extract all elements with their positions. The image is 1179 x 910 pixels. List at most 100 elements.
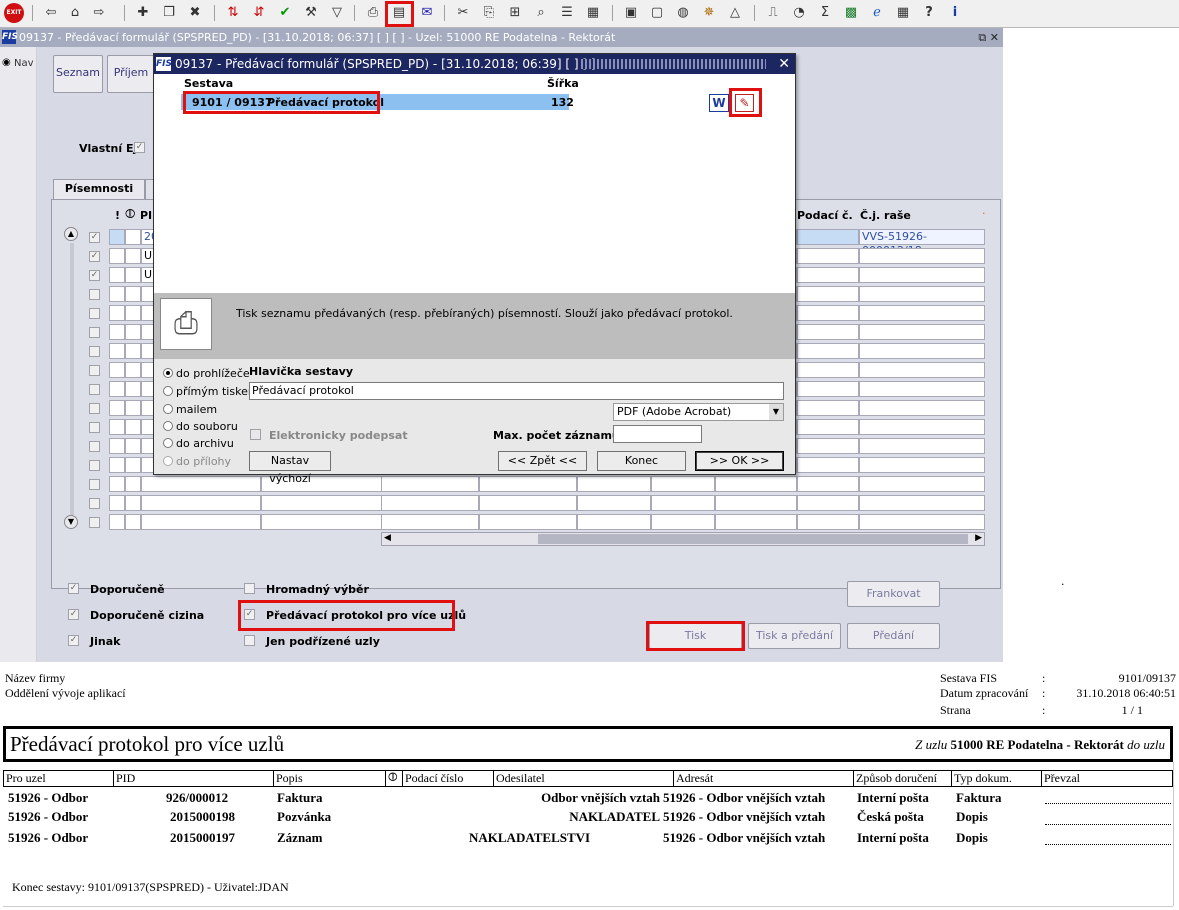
max-input[interactable] — [613, 425, 702, 443]
table-cell[interactable] — [109, 286, 125, 302]
zpet-button[interactable]: << Zpět << — [498, 451, 587, 471]
new-record-icon[interactable]: ✚ — [134, 4, 152, 22]
globe-icon[interactable]: ◍ — [674, 4, 692, 22]
cut-icon[interactable]: ✂ — [454, 4, 472, 22]
table-cell[interactable] — [797, 381, 859, 397]
table-cell[interactable] — [125, 229, 141, 245]
horizontal-scrollbar[interactable]: ◀ ▶ — [381, 532, 985, 546]
table-cell[interactable] — [797, 457, 859, 473]
row-select-checkbox[interactable] — [89, 365, 100, 376]
mail-icon[interactable]: ✉ — [418, 4, 436, 22]
jinak-checkbox[interactable]: ✓ — [68, 635, 79, 646]
table-cell[interactable] — [797, 514, 859, 530]
table-cell[interactable] — [109, 362, 125, 378]
grid-icon[interactable]: ▦ — [584, 4, 602, 22]
row-select-checkbox[interactable] — [89, 517, 100, 528]
table-cell[interactable] — [479, 514, 577, 530]
save-icon[interactable]: ▢ — [648, 4, 666, 22]
table-cell[interactable] — [109, 343, 125, 359]
table-cell[interactable] — [125, 514, 141, 530]
radio-priloha[interactable] — [163, 456, 173, 466]
table-cell[interactable] — [109, 324, 125, 340]
table-cell[interactable] — [715, 476, 797, 492]
tisk-a-predani-button[interactable]: Tisk a předání — [748, 623, 841, 649]
table-cell[interactable] — [859, 343, 985, 359]
scroll-up-button[interactable]: ▲ — [64, 227, 78, 241]
tab-seznam[interactable]: Seznam — [53, 55, 103, 93]
table-cell[interactable] — [577, 495, 651, 511]
table-cell[interactable] — [125, 305, 141, 321]
wrench-icon[interactable]: ⚒ — [302, 4, 320, 22]
doporucene-checkbox[interactable]: ✓ — [68, 583, 79, 594]
table-cell[interactable] — [797, 248, 859, 264]
row-select-checkbox[interactable]: ✓ — [89, 270, 100, 281]
table-cell[interactable] — [859, 362, 985, 378]
table-cell[interactable] — [797, 438, 859, 454]
row-select-checkbox[interactable] — [89, 441, 100, 452]
table-cell[interactable] — [109, 400, 125, 416]
table-cell[interactable] — [859, 476, 985, 492]
row-select-checkbox[interactable] — [89, 308, 100, 319]
row-select-checkbox[interactable] — [89, 498, 100, 509]
info-icon[interactable]: i — [946, 4, 964, 22]
table-cell[interactable] — [859, 457, 985, 473]
table-cell[interactable] — [109, 229, 125, 245]
delete-record-icon[interactable]: ✖ — [186, 4, 204, 22]
scroll-right-icon[interactable]: ▶ — [975, 533, 982, 543]
printer-icon[interactable]: ⎙ — [364, 4, 382, 22]
table-cell[interactable] — [109, 495, 125, 511]
grid-alt-icon[interactable]: ▦ — [894, 4, 912, 22]
ok-button[interactable]: >> OK >> — [695, 451, 784, 471]
row-select-checkbox[interactable]: ✓ — [89, 251, 100, 262]
paste-icon[interactable]: ⎘ — [480, 4, 498, 22]
table-cell[interactable] — [859, 305, 985, 321]
table-cell[interactable] — [797, 286, 859, 302]
table-cell[interactable] — [141, 495, 261, 511]
table-cell[interactable] — [797, 324, 859, 340]
table-cell[interactable] — [125, 362, 141, 378]
table-cell[interactable] — [797, 476, 859, 492]
home-icon[interactable]: ⌂ — [66, 4, 84, 22]
copy-record-icon[interactable]: ❐ — [160, 4, 178, 22]
table-cell[interactable] — [125, 343, 141, 359]
row-select-checkbox[interactable] — [89, 384, 100, 395]
table-cell[interactable] — [109, 476, 125, 492]
row-select-checkbox[interactable] — [89, 403, 100, 414]
pdf-icon[interactable]: ✎ — [735, 94, 754, 112]
table-cell[interactable] — [797, 267, 859, 283]
table-cell[interactable] — [109, 419, 125, 435]
jen-podrizene-checkbox[interactable] — [244, 635, 255, 646]
table-cell[interactable] — [109, 267, 125, 283]
table-cell[interactable] — [381, 476, 479, 492]
table-cell[interactable] — [261, 495, 383, 511]
table-cell[interactable] — [859, 286, 985, 302]
table-cell[interactable] — [577, 476, 651, 492]
dialog-close-icon[interactable]: ✕ — [778, 54, 790, 74]
back-icon[interactable]: ⇦ — [42, 4, 60, 22]
sort-desc-icon[interactable]: ⇵ — [250, 4, 268, 22]
table-cell[interactable] — [125, 286, 141, 302]
table-cell[interactable] — [125, 495, 141, 511]
sum-icon[interactable]: Σ — [816, 4, 834, 22]
excel-icon[interactable]: ▩ — [842, 4, 860, 22]
table-cell[interactable] — [859, 324, 985, 340]
table-cell[interactable] — [797, 400, 859, 416]
table-cell[interactable] — [797, 343, 859, 359]
filter-icon[interactable]: ▽ — [328, 4, 346, 22]
table-cell[interactable] — [797, 419, 859, 435]
table-cell[interactable] — [109, 248, 125, 264]
nav-label[interactable]: Nav — [14, 58, 34, 69]
table-cell[interactable] — [109, 438, 125, 454]
table-cell[interactable] — [797, 495, 859, 511]
table-cell[interactable] — [261, 514, 383, 530]
hromadny-vyber-checkbox[interactable] — [244, 583, 255, 594]
row-select-checkbox[interactable] — [89, 479, 100, 490]
table-cell[interactable] — [381, 495, 479, 511]
chevron-down-icon[interactable]: ▼ — [769, 404, 783, 420]
clock-icon[interactable]: ◔ — [790, 4, 808, 22]
table-cell[interactable] — [859, 419, 985, 435]
table-cell[interactable] — [125, 419, 141, 435]
row-scrollbar-track[interactable] — [70, 243, 74, 515]
podepsat-checkbox[interactable] — [250, 429, 261, 440]
table-cell[interactable] — [859, 381, 985, 397]
